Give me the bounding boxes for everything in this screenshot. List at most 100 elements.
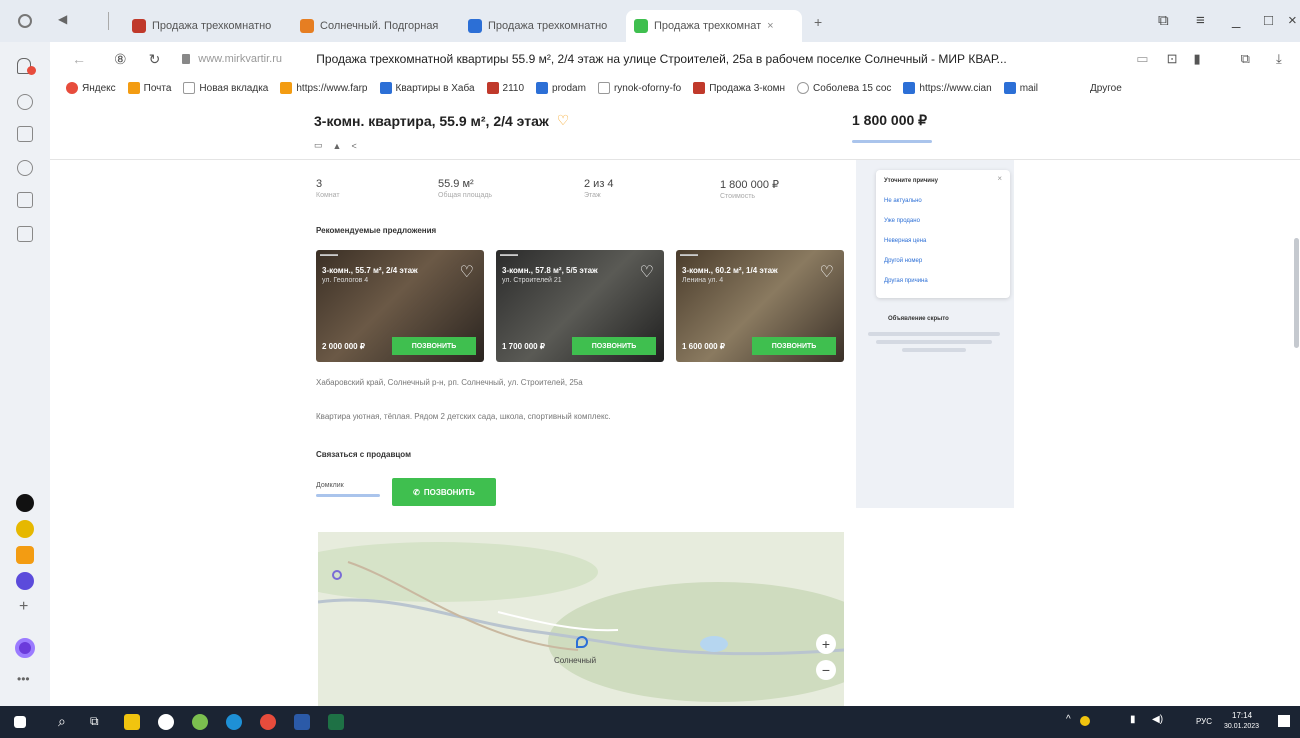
reason-item[interactable]: Другая причина	[884, 278, 928, 284]
reason-item[interactable]: Не актуально	[884, 198, 922, 204]
map[interactable]: Солнечный + −	[318, 532, 844, 706]
windows-start-icon[interactable]	[14, 716, 26, 728]
bookmark-label: prodam	[552, 82, 586, 94]
minimize-icon[interactable]: _	[1232, 12, 1240, 29]
tab-2[interactable]: Солнечный. Подгорная	[292, 10, 452, 42]
favorite-heart-icon[interactable]: ♡	[640, 262, 654, 282]
bookmark-item[interactable]: Соболева 15 сос	[797, 82, 891, 94]
close-tab-icon[interactable]: ×	[767, 20, 773, 32]
map-pin-icon[interactable]	[332, 570, 342, 580]
app-icon[interactable]	[16, 494, 34, 512]
tray-app-icon[interactable]	[1080, 716, 1090, 726]
zoom-in-button[interactable]: +	[816, 634, 836, 654]
close-icon[interactable]: ×	[997, 174, 1002, 183]
edge-icon[interactable]	[226, 714, 242, 730]
app-icon[interactable]	[192, 714, 208, 730]
tab-label: Продажа трехкомнат	[654, 20, 762, 32]
alice-icon[interactable]	[15, 638, 35, 658]
word-icon[interactable]	[294, 714, 310, 730]
download-icon[interactable]: ⤓	[1276, 51, 1282, 67]
keyboard-lang[interactable]: РУС	[1196, 717, 1212, 726]
reload-icon[interactable]: ↻	[149, 51, 161, 68]
bookmark-item[interactable]: https://www.farp	[280, 82, 368, 94]
excel-icon[interactable]	[328, 714, 344, 730]
bookmark-item[interactable]: mail	[1003, 82, 1038, 94]
warning-icon[interactable]: ▲	[333, 141, 342, 151]
reason-item[interactable]: Другой номер	[884, 258, 922, 264]
tab-favicon-icon	[132, 19, 146, 33]
bookmark-item[interactable]: Квартиры в Хаба	[379, 82, 475, 94]
bookmark-more[interactable]: Другое	[1090, 83, 1122, 94]
tab-1[interactable]: Продажа трехкомнатно	[124, 10, 284, 42]
share-icon[interactable]: <	[351, 141, 356, 151]
favorite-heart-icon[interactable]: ♡	[557, 112, 570, 129]
recommended-card[interactable]: ▬▬▬ 3-комн., 60.2 м², 1/4 этаж Ленина ул…	[676, 250, 844, 362]
new-tab-button[interactable]: +	[814, 14, 822, 30]
bookmark-item[interactable]: Яндекс	[66, 82, 116, 94]
bookmark-favicon-icon	[127, 82, 140, 94]
notifications-icon[interactable]	[1278, 715, 1290, 727]
contact-call-button[interactable]: ✆ ПОЗВОНИТЬ	[392, 478, 496, 506]
recommended-card[interactable]: ▬▬▬ 3-комн., 57.8 м², 5/5 этаж ул. Строи…	[496, 250, 664, 362]
network-icon[interactable]: ▮	[1130, 714, 1136, 725]
page-title-in-address[interactable]: Продажа трехкомнатной квартиры 55.9 м², …	[316, 52, 1096, 66]
menu-icon[interactable]: ≡	[1196, 12, 1205, 29]
collections-icon[interactable]	[17, 126, 33, 142]
listing-date-badge: ▬▬▬	[680, 252, 698, 258]
screenshot-icon[interactable]	[17, 226, 33, 242]
more-icon[interactable]: •••	[17, 672, 30, 686]
yandex-icon[interactable]: ⑧	[114, 51, 127, 68]
clock-time[interactable]: 17:14	[1232, 711, 1252, 720]
bookmark-item[interactable]: Почта	[127, 82, 171, 94]
card-call-button[interactable]: ПОЗВОНИТЬ	[572, 337, 656, 355]
tab-4-active[interactable]: Продажа трехкомнат ×	[626, 10, 802, 42]
yandex-icon[interactable]	[260, 714, 276, 730]
bookmark-item[interactable]: 2110	[486, 82, 524, 94]
reason-item[interactable]: Неверная цена	[884, 238, 926, 244]
listing-actions: ▭ ▲ <	[314, 140, 357, 151]
bookmark-item[interactable]: prodam	[536, 82, 586, 94]
location-pin-icon[interactable]	[576, 636, 588, 648]
seller-link[interactable]	[316, 494, 380, 497]
bookmark-icon[interactable]: ⊡	[1167, 51, 1178, 67]
history-icon[interactable]	[17, 94, 33, 110]
back-arrow-icon[interactable]: ←	[72, 51, 86, 67]
volume-icon[interactable]: ◀)	[1152, 714, 1163, 725]
bookmark-item[interactable]: https://www.cian	[903, 82, 992, 94]
card-call-button[interactable]: ПОЗВОНИТЬ	[752, 337, 836, 355]
extensions-icon[interactable]: ⧉	[1241, 51, 1250, 67]
app-icon[interactable]	[16, 572, 34, 590]
tab-3[interactable]: Продажа трехкомнатно	[460, 10, 620, 42]
browser-logo-icon[interactable]	[18, 14, 32, 28]
reader-icon[interactable]: ▭	[1136, 51, 1148, 67]
scrollbar-thumb[interactable]	[1294, 238, 1299, 348]
recommended-card[interactable]: ▬▬▬ 3-комн., 55.7 м², 2/4 этаж ул. Геоло…	[316, 250, 484, 362]
yandex-browser-icon[interactable]	[158, 714, 174, 730]
back-tab-button[interactable]: ◀	[58, 12, 67, 26]
search-icon[interactable]: ⌕	[58, 713, 66, 730]
print-icon[interactable]: ▭	[314, 140, 323, 151]
bookmark-flag-icon[interactable]: ▮	[1194, 51, 1201, 67]
downloads-icon[interactable]	[17, 192, 33, 208]
reason-item[interactable]: Уже продано	[884, 218, 920, 224]
favorite-heart-icon[interactable]: ♡	[820, 262, 834, 282]
favorite-heart-icon[interactable]: ♡	[460, 262, 474, 282]
url-domain[interactable]: www.mirkvartir.ru	[198, 53, 314, 65]
close-window-icon[interactable]: ×	[1288, 12, 1297, 29]
play-icon[interactable]	[17, 160, 33, 176]
clock-date[interactable]: 30.01.2023	[1224, 723, 1259, 730]
collections-icon[interactable]: ⧉	[1158, 12, 1169, 29]
task-view-icon[interactable]: ⧉	[90, 714, 99, 729]
file-explorer-icon[interactable]	[124, 714, 140, 730]
bookmark-item[interactable]: Продажа 3-комн	[693, 82, 785, 94]
zoom-out-button[interactable]: −	[816, 660, 836, 680]
bookmark-item[interactable]: rynok-oforny-fo	[597, 82, 681, 94]
price-history-link[interactable]	[852, 140, 932, 143]
maximize-icon[interactable]: □	[1264, 12, 1273, 29]
app-icon[interactable]	[16, 520, 34, 538]
app-icon[interactable]	[16, 546, 34, 564]
bookmark-item[interactable]: Новая вкладка	[183, 82, 268, 94]
add-app-icon[interactable]: +	[19, 598, 28, 616]
card-call-button[interactable]: ПОЗВОНИТЬ	[392, 337, 476, 355]
tray-chevron-icon[interactable]: ^	[1066, 714, 1071, 725]
